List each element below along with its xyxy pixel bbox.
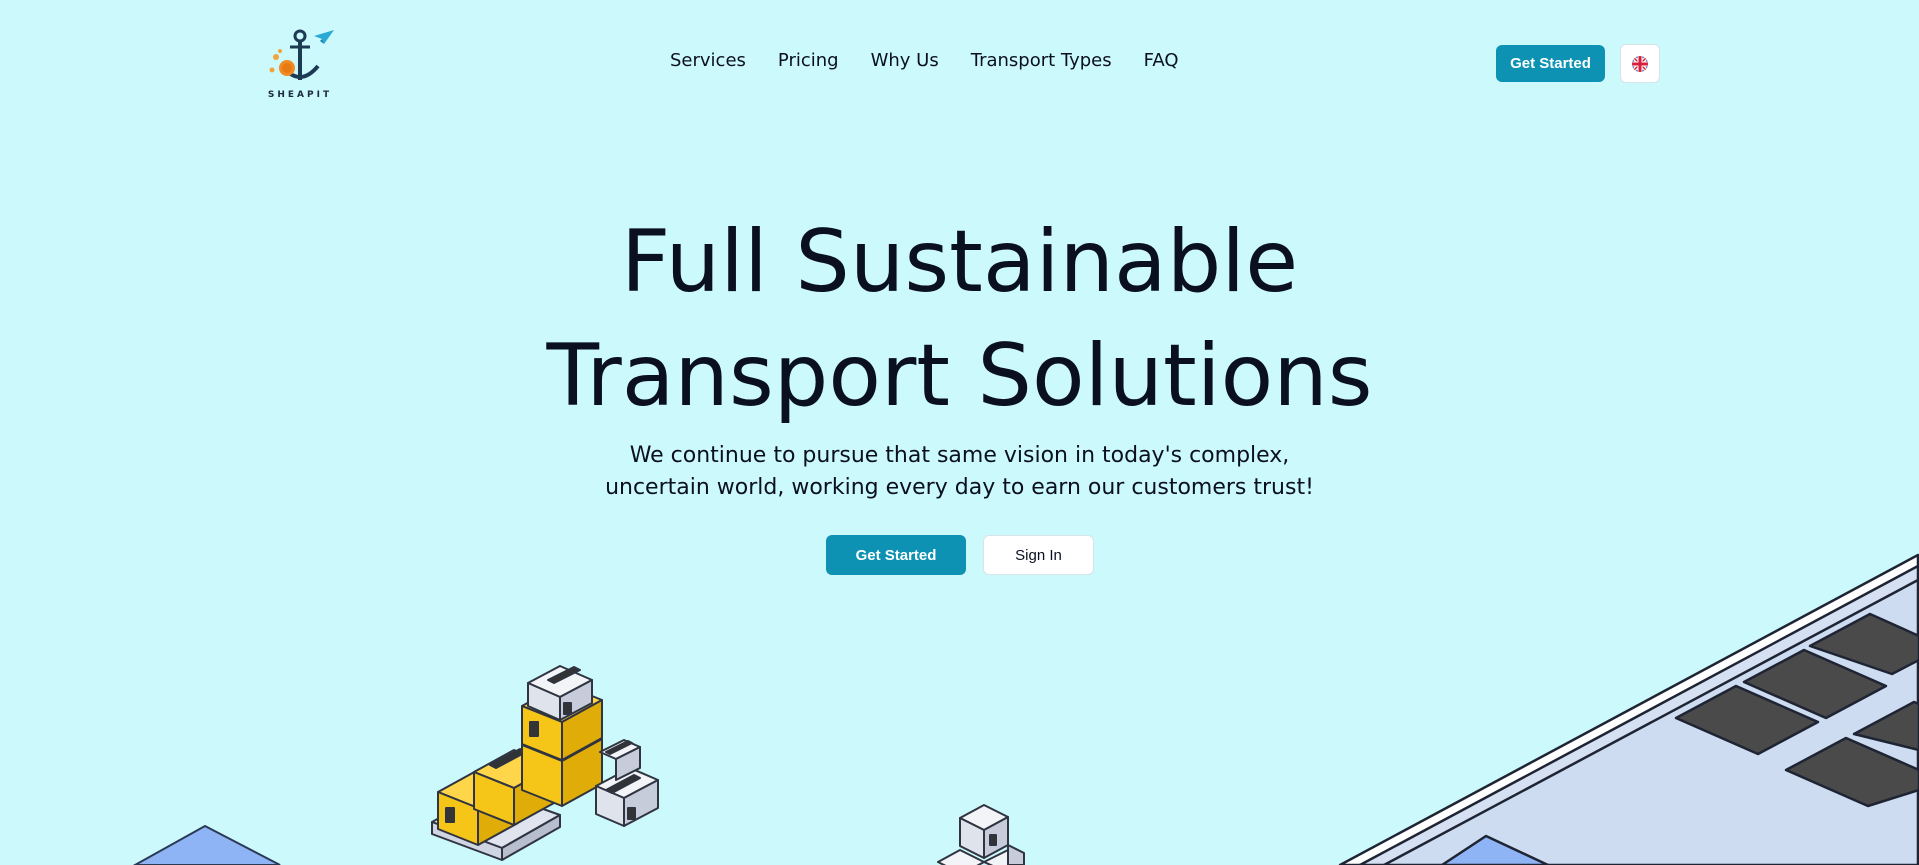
main-nav: Services Pricing Why Us Transport Types … [670, 50, 1179, 71]
warehouse-platform-illustration [1338, 553, 1919, 865]
hero-title: Full Sustainable Transport Solutions [0, 205, 1919, 433]
nav-item-transport-types[interactable]: Transport Types [971, 50, 1112, 71]
brand-name: SHEAPIT [267, 90, 333, 100]
nav-item-faq[interactable]: FAQ [1144, 50, 1179, 71]
blue-tile-left [132, 824, 281, 865]
anchor-logo-icon [269, 29, 334, 80]
uk-flag-icon [1632, 55, 1648, 72]
nav-item-services[interactable]: Services [670, 50, 746, 71]
nav-item-pricing[interactable]: Pricing [778, 50, 839, 71]
pallet-illustration [431, 789, 561, 861]
hero-title-line1: Full Sustainable [620, 212, 1299, 312]
header-get-started-button[interactable]: Get Started [1496, 45, 1605, 82]
sheapit-logo[interactable]: SHEAPIT [262, 22, 338, 104]
yellow-boxes-illustration [437, 683, 603, 846]
hero-get-started-button[interactable]: Get Started [826, 535, 966, 575]
nav-item-why-us[interactable]: Why Us [871, 50, 939, 71]
site-header: SHEAPIT Services Pricing Why Us Transpor… [0, 0, 1919, 125]
hero-actions: Get Started Sign In [826, 535, 1094, 575]
language-selector-button[interactable] [1620, 44, 1660, 83]
sign-in-button[interactable]: Sign In [983, 535, 1094, 575]
center-boxes-illustration [937, 804, 1025, 865]
hero-title-line2: Transport Solutions [546, 326, 1373, 426]
white-boxes-illustration [527, 665, 659, 827]
hero-subtitle-line2: uncertain world, working every day to ea… [605, 475, 1314, 500]
hero-subtitle-line1: We continue to pursue that same vision i… [629, 443, 1290, 468]
hero-subtitle: We continue to pursue that same vision i… [0, 440, 1919, 504]
